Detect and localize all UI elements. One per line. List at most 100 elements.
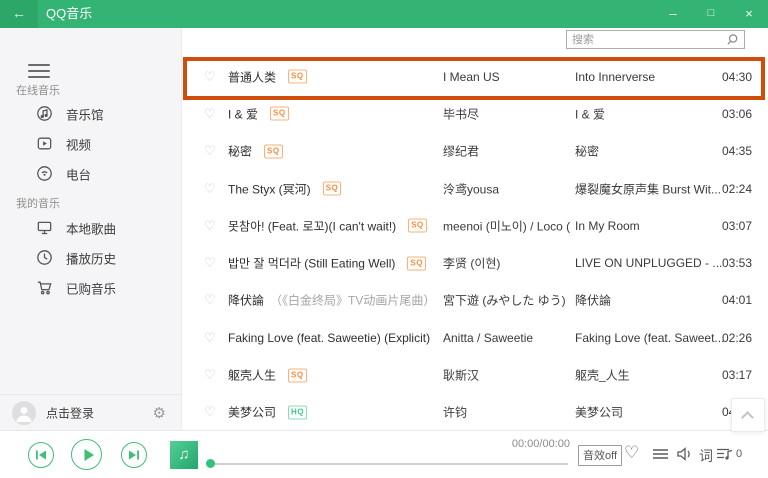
song-title: 普通人类 (228, 68, 276, 85)
sidebar-item-purchased-music[interactable]: 已购音乐 (0, 273, 182, 303)
close-button[interactable]: × (730, 0, 768, 28)
maximize-button[interactable]: □ (692, 0, 730, 28)
song-artist[interactable]: 李贤 (이현) (443, 255, 571, 272)
song-album[interactable]: 降伏論 (575, 292, 743, 309)
song-duration: 04:30 (722, 70, 752, 84)
quality-badge: SQ (323, 182, 342, 196)
song-album[interactable]: 爆裂魔女原声集 Burst Wit... (575, 180, 743, 197)
play-button[interactable] (71, 439, 102, 470)
menu-button[interactable] (28, 64, 50, 78)
minimize-icon: – (669, 6, 676, 21)
song-duration: 03:07 (722, 219, 752, 233)
song-artist[interactable]: 许钧 (443, 404, 571, 421)
back-button[interactable]: ← (0, 0, 38, 28)
app-title: QQ音乐 (46, 0, 92, 28)
favorite-heart-icon[interactable]: ♡ (204, 255, 216, 271)
song-duration: 04:01 (722, 293, 752, 307)
sidebar-item-music-hall[interactable]: 音乐馆 (0, 99, 182, 129)
song-duration: 03:53 (722, 256, 752, 270)
favorite-heart-icon[interactable]: ♡ (204, 367, 216, 383)
login-label: 点击登录 (46, 404, 94, 421)
song-album[interactable]: 秘密 (575, 143, 743, 160)
sidebar-section-my-music: 我的音乐 (16, 195, 60, 211)
song-album[interactable]: In My Room (575, 219, 743, 233)
equalizer-icon[interactable] (652, 448, 669, 460)
sidebar-item-label: 播放历史 (66, 249, 116, 268)
song-title-cluster: Faking Love (feat. Saweetie) (Explicit) … (228, 331, 438, 345)
song-album[interactable]: 躯壳_人生 (575, 367, 743, 384)
favorite-heart-icon[interactable]: ♡ (204, 404, 216, 420)
lyrics-button[interactable]: 词 (699, 446, 713, 466)
song-title-note: （《白金终局》TV动画片尾曲） (270, 292, 435, 309)
favorite-heart-icon[interactable]: ♡ (204, 218, 216, 234)
previous-icon (35, 450, 48, 461)
favorite-heart-icon[interactable]: ♡ (204, 292, 216, 308)
favorite-heart-icon[interactable]: ♡ (204, 106, 216, 122)
album-art-placeholder[interactable]: ♫ (170, 441, 198, 469)
login-row[interactable]: 点击登录 ⚙ (0, 394, 182, 430)
song-title-cluster: I & 爱 SQ (228, 105, 289, 122)
sidebar-item-radio[interactable]: 电台 (0, 159, 182, 189)
song-row[interactable]: ♡ 躯壳人生 SQ 耿斯汉 躯壳_人生 03:17 (182, 356, 768, 393)
maximize-icon: □ (708, 7, 715, 19)
sidebar-item-label: 本地歌曲 (66, 219, 116, 238)
favorite-heart-icon[interactable]: ♡ (204, 181, 216, 197)
sidebar-item-local-songs[interactable]: 本地歌曲 (0, 213, 182, 243)
sidebar-item-label: 音乐馆 (66, 105, 104, 124)
song-row[interactable]: ♡ 普通人类 SQ I Mean US Into Innerverse 04:3… (182, 58, 768, 95)
sidebar-item-video[interactable]: 视频 (0, 129, 182, 159)
music-note-icon: ♫ (178, 446, 189, 463)
song-artist[interactable]: 耿斯汉 (443, 367, 571, 384)
song-title-cluster: 못참아! (Feat. 로꼬)(I can't wait!) SQ (228, 217, 427, 234)
song-artist[interactable]: I Mean US (443, 70, 571, 84)
favorite-heart-icon[interactable]: ♡ (624, 443, 639, 463)
avatar (12, 401, 36, 425)
song-row[interactable]: ♡ I & 爱 SQ 毕书尽 I & 爱 03:06 (182, 95, 768, 132)
next-track-button[interactable] (121, 442, 147, 468)
song-title: 밥만 잘 먹더라 (Still Eating Well) (228, 255, 395, 272)
song-row[interactable]: ♡ 降伏論 （《白金终局》TV动画片尾曲） SQ 宮下遊 (みやした ゆう) 降… (182, 282, 768, 319)
progress-knob[interactable] (206, 459, 215, 468)
song-row[interactable]: ♡ 밥만 잘 먹더라 (Still Eating Well) SQ 李贤 (이현… (182, 244, 768, 281)
minimize-button[interactable]: – (654, 0, 692, 28)
previous-track-button[interactable] (28, 442, 54, 468)
progress-bar[interactable] (210, 463, 568, 465)
search-icon[interactable] (726, 33, 739, 46)
sidebar: 在线音乐 音乐馆 视频 电台 我的 (0, 28, 182, 430)
scroll-to-top-button[interactable] (731, 398, 765, 432)
song-artist[interactable]: 缪纪君 (443, 143, 571, 160)
video-icon (36, 135, 53, 152)
song-album[interactable]: LIVE ON UNPLUGGED - ... (575, 256, 743, 270)
song-artist[interactable]: 宮下遊 (みやした ゆう) (443, 292, 571, 309)
quality-badge: SQ (270, 107, 289, 121)
song-artist[interactable]: meenoi (미노이) / Loco (... (443, 217, 571, 234)
song-artist[interactable]: 毕书尽 (443, 105, 571, 122)
song-row[interactable]: ♡ 못참아! (Feat. 로꼬)(I can't wait!) SQ meen… (182, 207, 768, 244)
song-row[interactable]: ♡ 美梦公司 HQ 许钧 美梦公司 04:09 (182, 394, 768, 431)
play-queue-icon[interactable] (716, 447, 734, 461)
search-input[interactable] (572, 31, 717, 48)
song-artist[interactable]: Anitta / Saweetie (443, 331, 571, 345)
song-row[interactable]: ♡ The Styx (冥河) SQ 泠鸢yousa 爆裂魔女原声集 Burst… (182, 170, 768, 207)
play-icon (83, 448, 94, 461)
song-album[interactable]: I & 爱 (575, 105, 743, 122)
song-duration: 02:26 (722, 331, 752, 345)
song-album[interactable]: Faking Love (feat. Saweet... (575, 331, 743, 345)
favorite-heart-icon[interactable]: ♡ (204, 69, 216, 85)
song-album[interactable]: 美梦公司 (575, 404, 743, 421)
favorite-heart-icon[interactable]: ♡ (204, 143, 216, 159)
volume-icon[interactable] (676, 447, 693, 461)
song-title-cluster: 躯壳人生 SQ (228, 367, 307, 384)
favorite-heart-icon[interactable]: ♡ (204, 330, 216, 346)
quality-badge: SQ (288, 70, 307, 84)
search-box (566, 30, 745, 49)
next-icon (128, 450, 141, 461)
music-hall-icon (36, 105, 53, 122)
song-row[interactable]: ♡ Faking Love (feat. Saweetie) (Explicit… (182, 319, 768, 356)
song-album[interactable]: Into Innerverse (575, 70, 743, 84)
settings-gear-icon[interactable]: ⚙ (153, 404, 166, 422)
sidebar-item-play-history[interactable]: 播放历史 (0, 243, 182, 273)
sound-effect-button[interactable]: 音效off (578, 445, 622, 466)
song-artist[interactable]: 泠鸢yousa (443, 180, 571, 197)
song-row[interactable]: ♡ 秘密 SQ 缪纪君 秘密 04:35 (182, 133, 768, 170)
